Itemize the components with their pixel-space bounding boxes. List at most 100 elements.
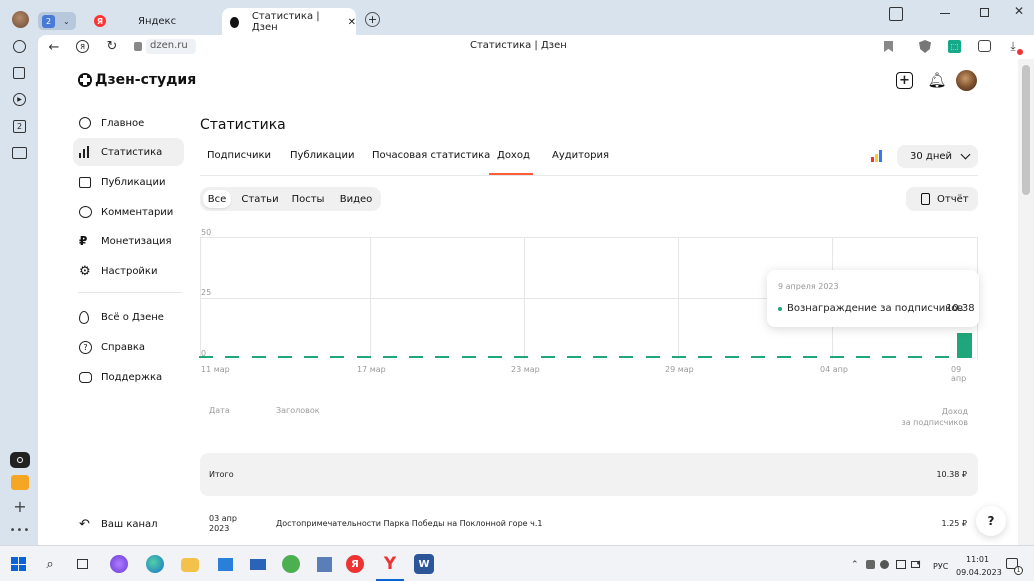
- chat-bubbles-icon[interactable]: [978, 40, 991, 52]
- alice-taskbar-icon[interactable]: [110, 555, 128, 573]
- sidebar-item-publications[interactable]: Публикации: [73, 168, 184, 196]
- add-panel-icon[interactable]: +: [12, 497, 28, 516]
- sidebar-item-support[interactable]: Поддержка: [73, 363, 184, 391]
- chart-bar[interactable]: [956, 332, 972, 358]
- language-indicator[interactable]: РУС: [933, 562, 948, 571]
- filter-video[interactable]: Видео: [336, 190, 376, 208]
- app-icon[interactable]: [314, 554, 334, 574]
- torrent-icon[interactable]: [282, 555, 300, 573]
- video-icon[interactable]: ▶: [13, 93, 26, 106]
- close-window-button[interactable]: ✕: [1012, 4, 1026, 18]
- chart-bar[interactable]: [855, 356, 870, 358]
- explorer-icon[interactable]: [181, 558, 199, 572]
- column-date[interactable]: Дата: [209, 406, 230, 415]
- chart-bar[interactable]: [698, 356, 713, 358]
- chart-bar[interactable]: [882, 356, 897, 358]
- minimize-button[interactable]: [940, 13, 950, 14]
- alice-icon[interactable]: [10, 452, 30, 468]
- maximize-button[interactable]: [980, 8, 989, 17]
- sidebar-item-settings[interactable]: ⚙ Настройки: [73, 257, 184, 285]
- workspace-badge[interactable]: 2: [13, 120, 26, 133]
- period-select[interactable]: 30 дней: [897, 145, 978, 168]
- sidebar-item-statistics[interactable]: Статистика: [73, 138, 184, 166]
- chart-bar[interactable]: [435, 356, 450, 358]
- report-button[interactable]: Отчёт: [906, 187, 978, 211]
- yandex-taskbar-icon[interactable]: Я: [346, 555, 364, 573]
- collections-side-icon[interactable]: [13, 67, 25, 79]
- sidebar-item-about[interactable]: Всё о Дзене: [73, 303, 184, 331]
- tab-subscribers[interactable]: Подписчики: [207, 150, 271, 161]
- chart-bar[interactable]: [461, 356, 476, 358]
- chart-bar[interactable]: [356, 356, 371, 358]
- windows-start-icon[interactable]: [8, 554, 28, 574]
- url-field[interactable]: dzen.ru: [146, 39, 196, 54]
- chart-bar[interactable]: [199, 356, 213, 358]
- chart-bar[interactable]: [619, 356, 634, 358]
- chart-bar[interactable]: [330, 356, 345, 358]
- bell-icon[interactable]: 🔔︎: [927, 71, 946, 89]
- create-post-button[interactable]: +: [896, 72, 913, 89]
- chart-bar[interactable]: [803, 356, 818, 358]
- task-view-icon[interactable]: [72, 554, 92, 574]
- bookmark-icon[interactable]: [884, 41, 893, 52]
- store-icon[interactable]: [215, 554, 235, 574]
- chart-bar[interactable]: [409, 356, 424, 358]
- help-float-button[interactable]: ?: [976, 506, 1006, 536]
- filter-all[interactable]: Все: [203, 190, 231, 208]
- word-icon[interactable]: W: [414, 554, 434, 574]
- chart-bar[interactable]: [304, 356, 319, 358]
- more-icon[interactable]: •••: [10, 525, 30, 536]
- yandex-browser-taskbar-icon[interactable]: Y: [380, 554, 400, 574]
- profile-avatar[interactable]: [12, 11, 29, 28]
- dzen-studio-logo[interactable]: Дзен-студия: [78, 72, 196, 88]
- chart-bar[interactable]: [593, 356, 608, 358]
- collections-icon[interactable]: [889, 7, 903, 21]
- chart-bar[interactable]: [750, 356, 765, 358]
- chart-bar[interactable]: [566, 356, 581, 358]
- tab-income[interactable]: Доход: [497, 150, 530, 161]
- edge-icon[interactable]: [146, 555, 164, 573]
- tab-publications[interactable]: Публикации: [290, 150, 354, 161]
- screenshot-icon[interactable]: [12, 147, 27, 159]
- clock-time[interactable]: 11:01: [966, 555, 989, 564]
- tray-chevron-icon[interactable]: ⌃: [851, 560, 859, 570]
- history-icon[interactable]: [13, 40, 26, 53]
- chart-bar[interactable]: [277, 356, 292, 358]
- metrika-icon[interactable]: [871, 150, 882, 162]
- chart-bar[interactable]: [251, 356, 266, 358]
- tab-dzen-stats[interactable]: Статистика | Дзен ✕: [222, 8, 356, 36]
- page-scrollbar[interactable]: [1018, 59, 1034, 545]
- new-tab-button[interactable]: +: [365, 12, 380, 27]
- clock-date[interactable]: 09.04.2023: [956, 568, 1002, 577]
- yandex-browser-icon[interactable]: Я: [76, 40, 89, 53]
- tab-hourly[interactable]: Почасовая статистика: [372, 150, 490, 161]
- chart-bar[interactable]: [514, 356, 529, 358]
- chart-bar[interactable]: [934, 356, 949, 358]
- chart-bar[interactable]: [908, 356, 923, 358]
- filter-articles[interactable]: Статьи: [240, 190, 280, 208]
- filter-posts[interactable]: Посты: [289, 190, 327, 208]
- mail-taskbar-icon[interactable]: [248, 554, 268, 574]
- sidebar-item-help[interactable]: ? Справка: [73, 333, 184, 361]
- chart-bar[interactable]: [777, 356, 792, 358]
- back-icon[interactable]: ←: [46, 39, 62, 55]
- sidebar-item-main[interactable]: Главное: [73, 109, 184, 137]
- mail-icon[interactable]: [11, 475, 29, 490]
- search-icon[interactable]: ⌕: [40, 554, 60, 574]
- column-title[interactable]: Заголовок: [276, 406, 320, 415]
- row-title[interactable]: Достопримечательности Парка Победы на По…: [276, 519, 542, 528]
- tab-audience[interactable]: Аудитория: [552, 150, 609, 161]
- chart-bar[interactable]: [540, 356, 555, 358]
- column-income[interactable]: Доход за подписчиков: [888, 406, 968, 428]
- scrollbar-thumb[interactable]: [1022, 65, 1030, 195]
- chart-bar[interactable]: [724, 356, 739, 358]
- tray-app-icon[interactable]: [866, 560, 875, 569]
- chart-bar[interactable]: [488, 356, 503, 358]
- chart-bar[interactable]: [645, 356, 660, 358]
- sidebar-item-your-channel[interactable]: ↶ Ваш канал: [73, 510, 184, 538]
- tray-app-icon[interactable]: [880, 560, 889, 569]
- profile-switcher[interactable]: 2 ⌄: [38, 12, 76, 30]
- tab-yandex[interactable]: Я Яндекс: [90, 10, 218, 32]
- reload-icon[interactable]: ↻: [104, 38, 120, 54]
- sidebar-item-comments[interactable]: Комментарии: [73, 198, 184, 226]
